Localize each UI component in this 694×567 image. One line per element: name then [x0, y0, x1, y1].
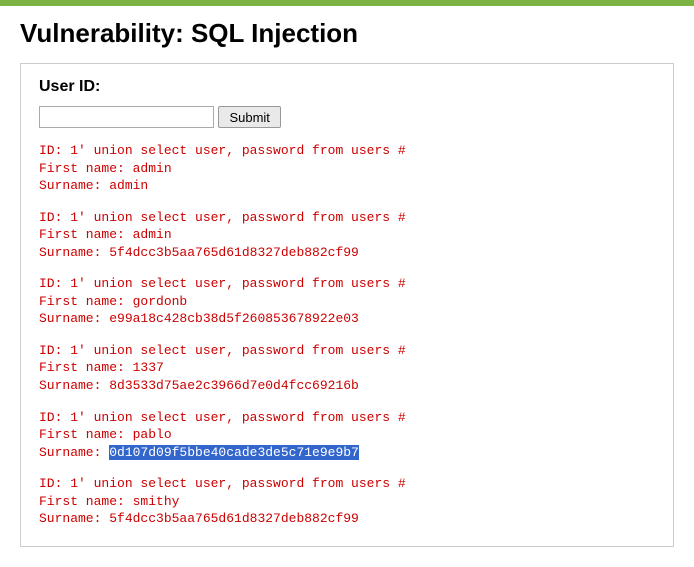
result-firstname-line: First name: admin [39, 160, 655, 178]
main-container: Vulnerability: SQL Injection User ID: Su… [0, 6, 694, 567]
result-id-line: ID: 1' union select user, password from … [39, 275, 655, 293]
result-firstname-line: First name: admin [39, 226, 655, 244]
result-block: ID: 1' union select user, password from … [39, 209, 655, 262]
result-surname-line: Surname: 5f4dcc3b5aa765d61d8327deb882cf9… [39, 510, 655, 528]
result-firstname-line: First name: pablo [39, 426, 655, 444]
result-firstname-line: First name: smithy [39, 493, 655, 511]
user-id-input[interactable] [39, 106, 214, 128]
result-surname-value: 0d107d09f5bbe40cade3de5c71e9e9b7 [109, 445, 359, 460]
result-block: ID: 1' union select user, password from … [39, 409, 655, 462]
result-surname-value: 8d3533d75ae2c3966d7e0d4fcc69216b [109, 378, 359, 393]
result-surname-line: Surname: 8d3533d75ae2c3966d7e0d4fcc69216… [39, 377, 655, 395]
result-id-line: ID: 1' union select user, password from … [39, 409, 655, 427]
result-surname-label: Surname: [39, 311, 109, 326]
result-surname-value: admin [109, 178, 148, 193]
user-id-label: User ID: [39, 78, 655, 96]
result-surname-label: Surname: [39, 245, 109, 260]
result-surname-label: Surname: [39, 511, 109, 526]
result-surname-line: Surname: admin [39, 177, 655, 195]
result-block: ID: 1' union select user, password from … [39, 475, 655, 528]
result-block: ID: 1' union select user, password from … [39, 142, 655, 195]
result-surname-value: 5f4dcc3b5aa765d61d8327deb882cf99 [109, 511, 359, 526]
result-id-line: ID: 1' union select user, password from … [39, 209, 655, 227]
results-area: ID: 1' union select user, password from … [39, 142, 655, 528]
form-row: Submit [39, 106, 655, 128]
result-surname-label: Surname: [39, 378, 109, 393]
submit-button[interactable]: Submit [218, 106, 280, 128]
page-title: Vulnerability: SQL Injection [20, 18, 674, 49]
result-id-line: ID: 1' union select user, password from … [39, 475, 655, 493]
result-surname-line: Surname: 5f4dcc3b5aa765d61d8327deb882cf9… [39, 244, 655, 262]
result-surname-value: 5f4dcc3b5aa765d61d8327deb882cf99 [109, 245, 359, 260]
result-firstname-line: First name: 1337 [39, 359, 655, 377]
result-surname-label: Surname: [39, 445, 109, 460]
result-surname-label: Surname: [39, 178, 109, 193]
result-surname-value: e99a18c428cb38d5f260853678922e03 [109, 311, 359, 326]
result-surname-line: Surname: 0d107d09f5bbe40cade3de5c71e9e9b… [39, 444, 655, 462]
result-id-line: ID: 1' union select user, password from … [39, 342, 655, 360]
result-surname-line: Surname: e99a18c428cb38d5f260853678922e0… [39, 310, 655, 328]
result-id-line: ID: 1' union select user, password from … [39, 142, 655, 160]
content-box: User ID: Submit ID: 1' union select user… [20, 63, 674, 547]
result-block: ID: 1' union select user, password from … [39, 275, 655, 328]
result-firstname-line: First name: gordonb [39, 293, 655, 311]
result-block: ID: 1' union select user, password from … [39, 342, 655, 395]
